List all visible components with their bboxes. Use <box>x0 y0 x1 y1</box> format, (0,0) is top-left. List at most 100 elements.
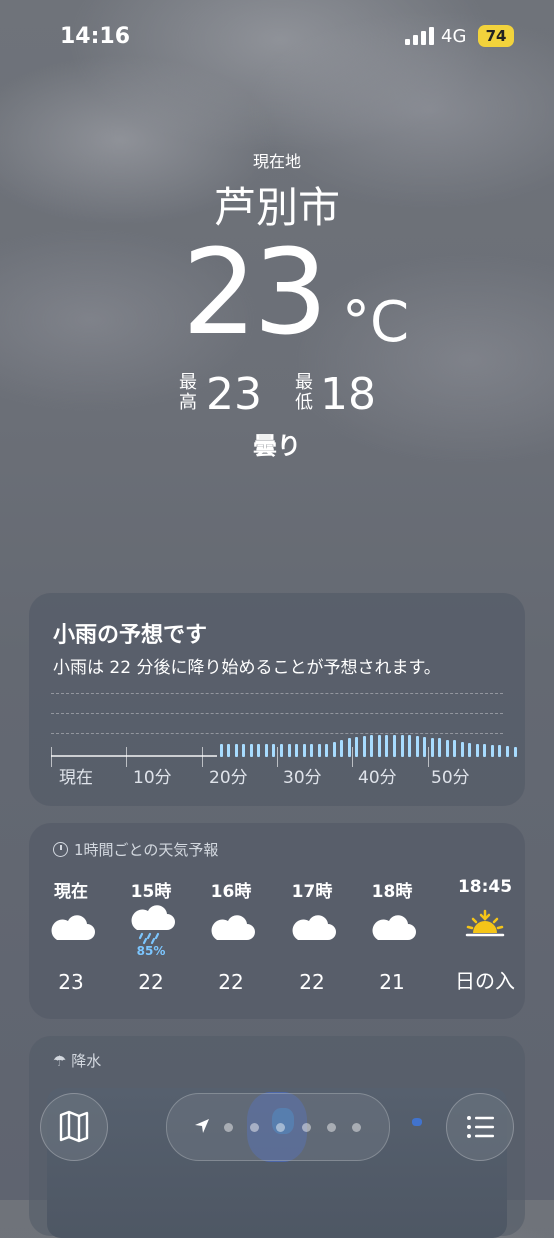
rain-bar <box>377 734 381 757</box>
hour-column: 現在 23 <box>31 877 111 994</box>
next-hour-precipitation-card[interactable]: 小雨の予想です 小雨は 22 分後に降り始めることが予想されます。 現在 10分… <box>29 593 525 806</box>
page-dot[interactable] <box>352 1123 361 1132</box>
rain-bar <box>498 745 502 757</box>
hour-temp: 22 <box>138 970 164 994</box>
rain-bar <box>234 744 238 757</box>
rain-forecast-subtitle: 小雨は 22 分後に降り始めることが予想されます。 <box>53 658 441 678</box>
axis-label-20: 20分 <box>209 768 248 788</box>
rain-forecast-title: 小雨の予想です <box>53 623 208 648</box>
rain-bar <box>393 734 396 757</box>
hour-column: 15時 85% 22 <box>111 877 191 994</box>
page-dot[interactable] <box>327 1123 336 1132</box>
precip-probability: 85% <box>136 944 166 958</box>
rain-bar <box>362 735 366 757</box>
current-temperature: 23 <box>182 223 328 361</box>
cloud-icon <box>31 902 111 960</box>
hour-temp: 21 <box>379 970 405 994</box>
axis-label-now: 現在 <box>59 768 93 788</box>
hour-temp: 日の入 <box>455 969 515 993</box>
axis-tick <box>427 747 429 767</box>
hourly-forecast-title: 1時間ごとの天気予報 <box>74 841 219 859</box>
hour-temp: 22 <box>218 970 244 994</box>
axis-tick <box>201 747 203 767</box>
rain-bar <box>415 735 419 757</box>
cloud-icon <box>272 902 352 960</box>
axis-label-40: 40分 <box>358 768 397 788</box>
signal-icon <box>405 27 435 45</box>
hour-label: 17時 <box>291 882 333 902</box>
battery-icon: 74 <box>478 25 514 47</box>
map-icon <box>59 1110 89 1143</box>
rain-bar <box>219 744 223 757</box>
rain-bar <box>295 744 299 757</box>
high-temp: 23 <box>206 369 262 420</box>
condition-text: 曇り <box>253 432 301 460</box>
hour-column: 17時 22 <box>272 877 352 994</box>
axis-tick <box>277 747 278 767</box>
hour-label: 現在 <box>54 882 88 902</box>
umbrella-icon: ☂ <box>53 1052 67 1070</box>
location-label: 現在地 <box>252 152 301 171</box>
hour-column: 18時 21 <box>352 877 432 994</box>
page-dot[interactable] <box>250 1123 259 1132</box>
rain-bar <box>430 737 434 757</box>
map-button[interactable] <box>40 1093 108 1161</box>
hourly-forecast-header: 1時間ごとの天気予報 <box>53 839 218 860</box>
page-dot[interactable] <box>276 1123 285 1132</box>
rain-bar <box>468 742 472 757</box>
rain-bar <box>475 743 479 757</box>
hour-temp: 23 <box>58 970 84 994</box>
rain-bar <box>242 744 246 757</box>
bottom-toolbar <box>0 1080 554 1200</box>
page-dot[interactable] <box>224 1123 233 1132</box>
precip-title: 降水 <box>71 1052 102 1070</box>
rain-bar <box>460 741 464 757</box>
rain-bar <box>287 744 291 757</box>
page-indicator[interactable] <box>166 1093 390 1161</box>
clock-icon <box>53 842 68 857</box>
rain-bar <box>423 736 427 757</box>
hour-label: 18:45 <box>457 877 513 897</box>
hour-label: 15時 <box>130 882 172 902</box>
high-low: 最高 23 最低 18 <box>0 365 554 425</box>
rain-intensity-chart <box>51 693 517 767</box>
axis-tick <box>352 747 354 767</box>
rain-bar <box>264 744 268 757</box>
rain-bar <box>347 738 351 757</box>
high-label: 最高 <box>179 372 197 413</box>
rain-bar <box>400 734 404 757</box>
page-dot[interactable] <box>302 1123 311 1132</box>
rain-bar <box>340 740 344 757</box>
rain-bar <box>332 742 336 757</box>
rain-bar <box>490 744 494 757</box>
rain-bar <box>257 744 261 757</box>
rain-bar <box>445 739 449 757</box>
low-label: 最低 <box>295 372 313 413</box>
rain-bar <box>317 744 321 757</box>
rain-bar <box>227 744 231 757</box>
location-arrow-icon <box>195 1119 209 1133</box>
axis-tick <box>51 747 52 767</box>
rain-bar <box>325 743 329 757</box>
rain-bar <box>272 744 276 757</box>
hour-label: 16時 <box>210 882 252 902</box>
hour-column: 16時 22 <box>191 877 271 994</box>
network-type: 4G <box>441 26 467 47</box>
list-button[interactable] <box>446 1093 514 1161</box>
rain-bar <box>408 735 412 757</box>
rain-bar <box>302 744 306 757</box>
sunset-icon <box>445 897 525 955</box>
clock: 14:16 <box>60 24 131 49</box>
status-bar: 14:16 4G 74 <box>0 0 554 72</box>
hour-label: 18時 <box>371 882 413 902</box>
rain-bar <box>506 746 509 757</box>
no-rain-baseline <box>51 755 217 757</box>
axis-label-50: 50分 <box>431 768 470 788</box>
cloud-icon <box>352 902 432 960</box>
axis-tick <box>126 747 128 767</box>
rain-bar <box>280 744 283 757</box>
list-icon <box>467 1116 494 1138</box>
precip-header: ☂ 降水 <box>53 1050 101 1071</box>
rain-bar <box>483 744 487 757</box>
hourly-forecast-card[interactable]: 1時間ごとの天気予報 現在 23 15時 85% 22 16時 22 17時 2… <box>29 823 525 1019</box>
